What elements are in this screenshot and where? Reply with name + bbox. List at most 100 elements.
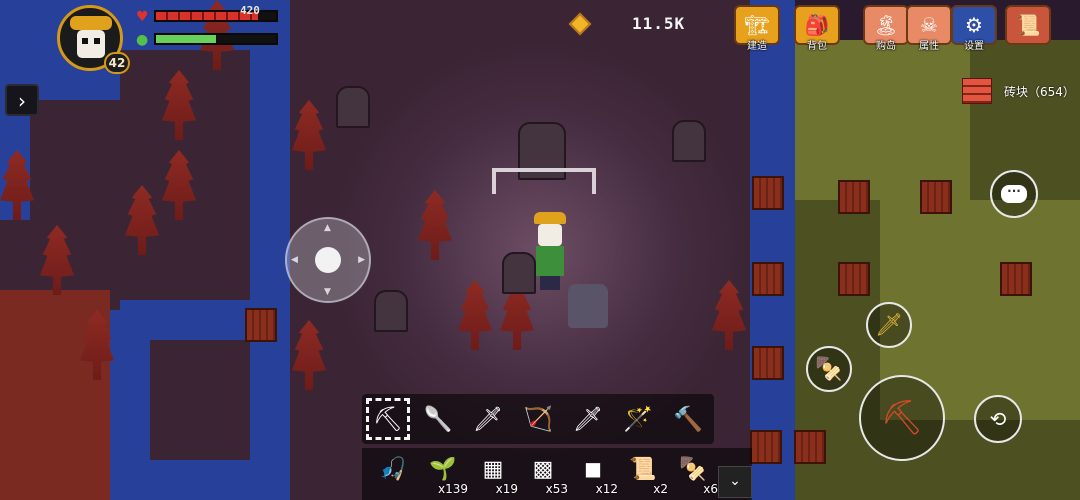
grass-block-icon: ▩ [532,456,554,482]
joystick-knob[interactable] [315,247,341,273]
shovel-icon: 🥄 [423,405,453,433]
arrow-right-icon: ▶ [358,255,365,265]
wood-crate [245,308,277,342]
wood-crate [752,346,784,380]
item-count: x53 [545,482,568,496]
attack-button[interactable]: ⛏ [859,375,945,461]
wood-crate [1000,262,1032,296]
build-icon: 🏗 [734,5,780,45]
health-value: 420 [240,4,260,17]
golden-sword-icon: 🗡 [572,405,604,433]
inventory-bar: 🎣 🌱 x139 ▦ x19 ▩ x53 ◼ x12 📜 x2 🍢 x6 [362,448,752,500]
meat-skewer-icon: 🍢 [815,356,843,382]
dodge-icon: ⟲ [989,407,1007,431]
buy-island-menu-button[interactable]: 🏝 购岛 [862,5,910,55]
wood-crate [920,180,952,214]
pickaxe-icon: ⛏ [372,405,404,433]
inventory-item[interactable]: ▦ x19 [466,452,518,498]
fishing-rod-icon: 🎣 [379,456,407,482]
item-count: x12 [595,482,618,496]
buy-island-menu-label: 购岛 [876,41,896,52]
tombstone [672,120,706,162]
settings-menu-button[interactable]: ⚙ 设置 [950,5,998,55]
pet-cat [568,284,608,328]
inventory-item[interactable]: 🎣 [366,452,418,498]
glass-block-icon: ▦ [482,456,504,482]
stone-platform [150,340,250,460]
gem-icon [568,12,592,36]
seeds-icon: 🌱 [429,456,457,482]
resource-label: 砖块（654） [1004,84,1075,99]
staff-icon: 🪄 [623,405,653,433]
attributes-menu-button[interactable]: ☠ 属性 [905,5,953,55]
island-icon: 🏝 [863,5,909,45]
stone-platform [30,100,120,220]
gear-icon: ⚙ [951,5,997,45]
coal-icon: ◼ [583,456,603,482]
wood-crate [794,430,826,464]
item-count: x6 [703,482,718,496]
chat-button[interactable]: ··· [990,170,1038,218]
arrow-up-icon: ▲ [324,223,331,233]
backpack-menu-label: 背包 [807,41,827,52]
movement-joystick[interactable]: ▲ ▼ ◀ ▶ [285,217,371,303]
backpack-menu-button[interactable]: 🎒 背包 [793,5,841,55]
expand-panel-button[interactable]: › [5,84,39,116]
hammer-icon: 🔨 [673,405,703,433]
meadow [795,40,970,200]
heart-icon: ♥ [136,9,149,25]
tombstone [336,86,370,128]
chat-icon: ··· [1001,185,1027,203]
brick-icon [962,78,992,104]
skull-scroll-icon: ☠ [906,5,952,45]
hotbar-slot[interactable]: 🗡 [566,398,610,440]
build-menu-label: 建造 [747,41,767,52]
chevron-down-icon: ⌄ [729,473,741,489]
wood-crate [838,180,870,214]
hotbar-slot[interactable]: 🔨 [666,398,710,440]
quick-item-button[interactable]: 🍢 [806,346,852,392]
inventory-item[interactable]: ▩ x53 [516,452,568,498]
meat-skewer-icon: 🍢 [679,456,707,482]
pickaxe-icon: ⛏ [880,398,924,438]
weapon-switch-button[interactable]: 🗡 [866,302,912,348]
map-scroll-icon: 📜 [1005,5,1051,45]
backpack-icon: 🎒 [794,5,840,45]
inventory-item[interactable]: 🌱 x139 [416,452,468,498]
currency-value: 11.5K [632,14,686,33]
sword-icon: 🗡 [472,405,504,433]
energy-drop-icon: ● [136,32,149,48]
dodge-button[interactable]: ⟲ [974,395,1022,443]
settings-menu-label: 设置 [964,41,984,52]
inventory-item[interactable]: ◼ x12 [566,452,618,498]
water-right [750,0,795,500]
hotbar-slot[interactable]: 🪄 [616,398,660,440]
item-count: x139 [437,482,468,496]
arrow-left-icon: ◀ [291,255,298,265]
inventory-item[interactable]: 📜 x2 [616,452,668,498]
wood-crate [838,262,870,296]
scroll-icon: 📜 [629,456,657,482]
tool-hotbar: ⛏ 🥄 🗡 🏹 🗡 🪄 🔨 [362,394,714,444]
hotbar-slot[interactable]: 🥄 [416,398,460,440]
hotbar-slot[interactable]: 🏹 [516,398,560,440]
resource-indicator: 砖块（654） [962,78,1075,104]
hotbar-slot[interactable]: ⛏ [366,398,410,440]
inventory-expand-button[interactable]: ⌄ [718,466,752,498]
tombstone [374,290,408,332]
arrow-down-icon: ▼ [324,287,331,297]
target-reticle [492,168,596,194]
inventory-item[interactable]: 🍢 x6 [666,452,718,498]
hotbar-slot[interactable]: 🗡 [466,398,510,440]
wood-crate [752,262,784,296]
bow-icon: 🏹 [523,405,553,433]
build-menu-button[interactable]: 🏗 建造 [733,5,781,55]
golden-sword-icon: 🗡 [875,312,903,338]
energy-fill [156,35,216,43]
chevron-right-icon: › [18,89,26,113]
level-badge: 42 [104,52,130,74]
item-count: x19 [495,482,518,496]
currency-display: 11.5K [568,12,684,36]
player-character [528,212,572,290]
map-menu-button[interactable]: 📜 [1004,5,1052,55]
